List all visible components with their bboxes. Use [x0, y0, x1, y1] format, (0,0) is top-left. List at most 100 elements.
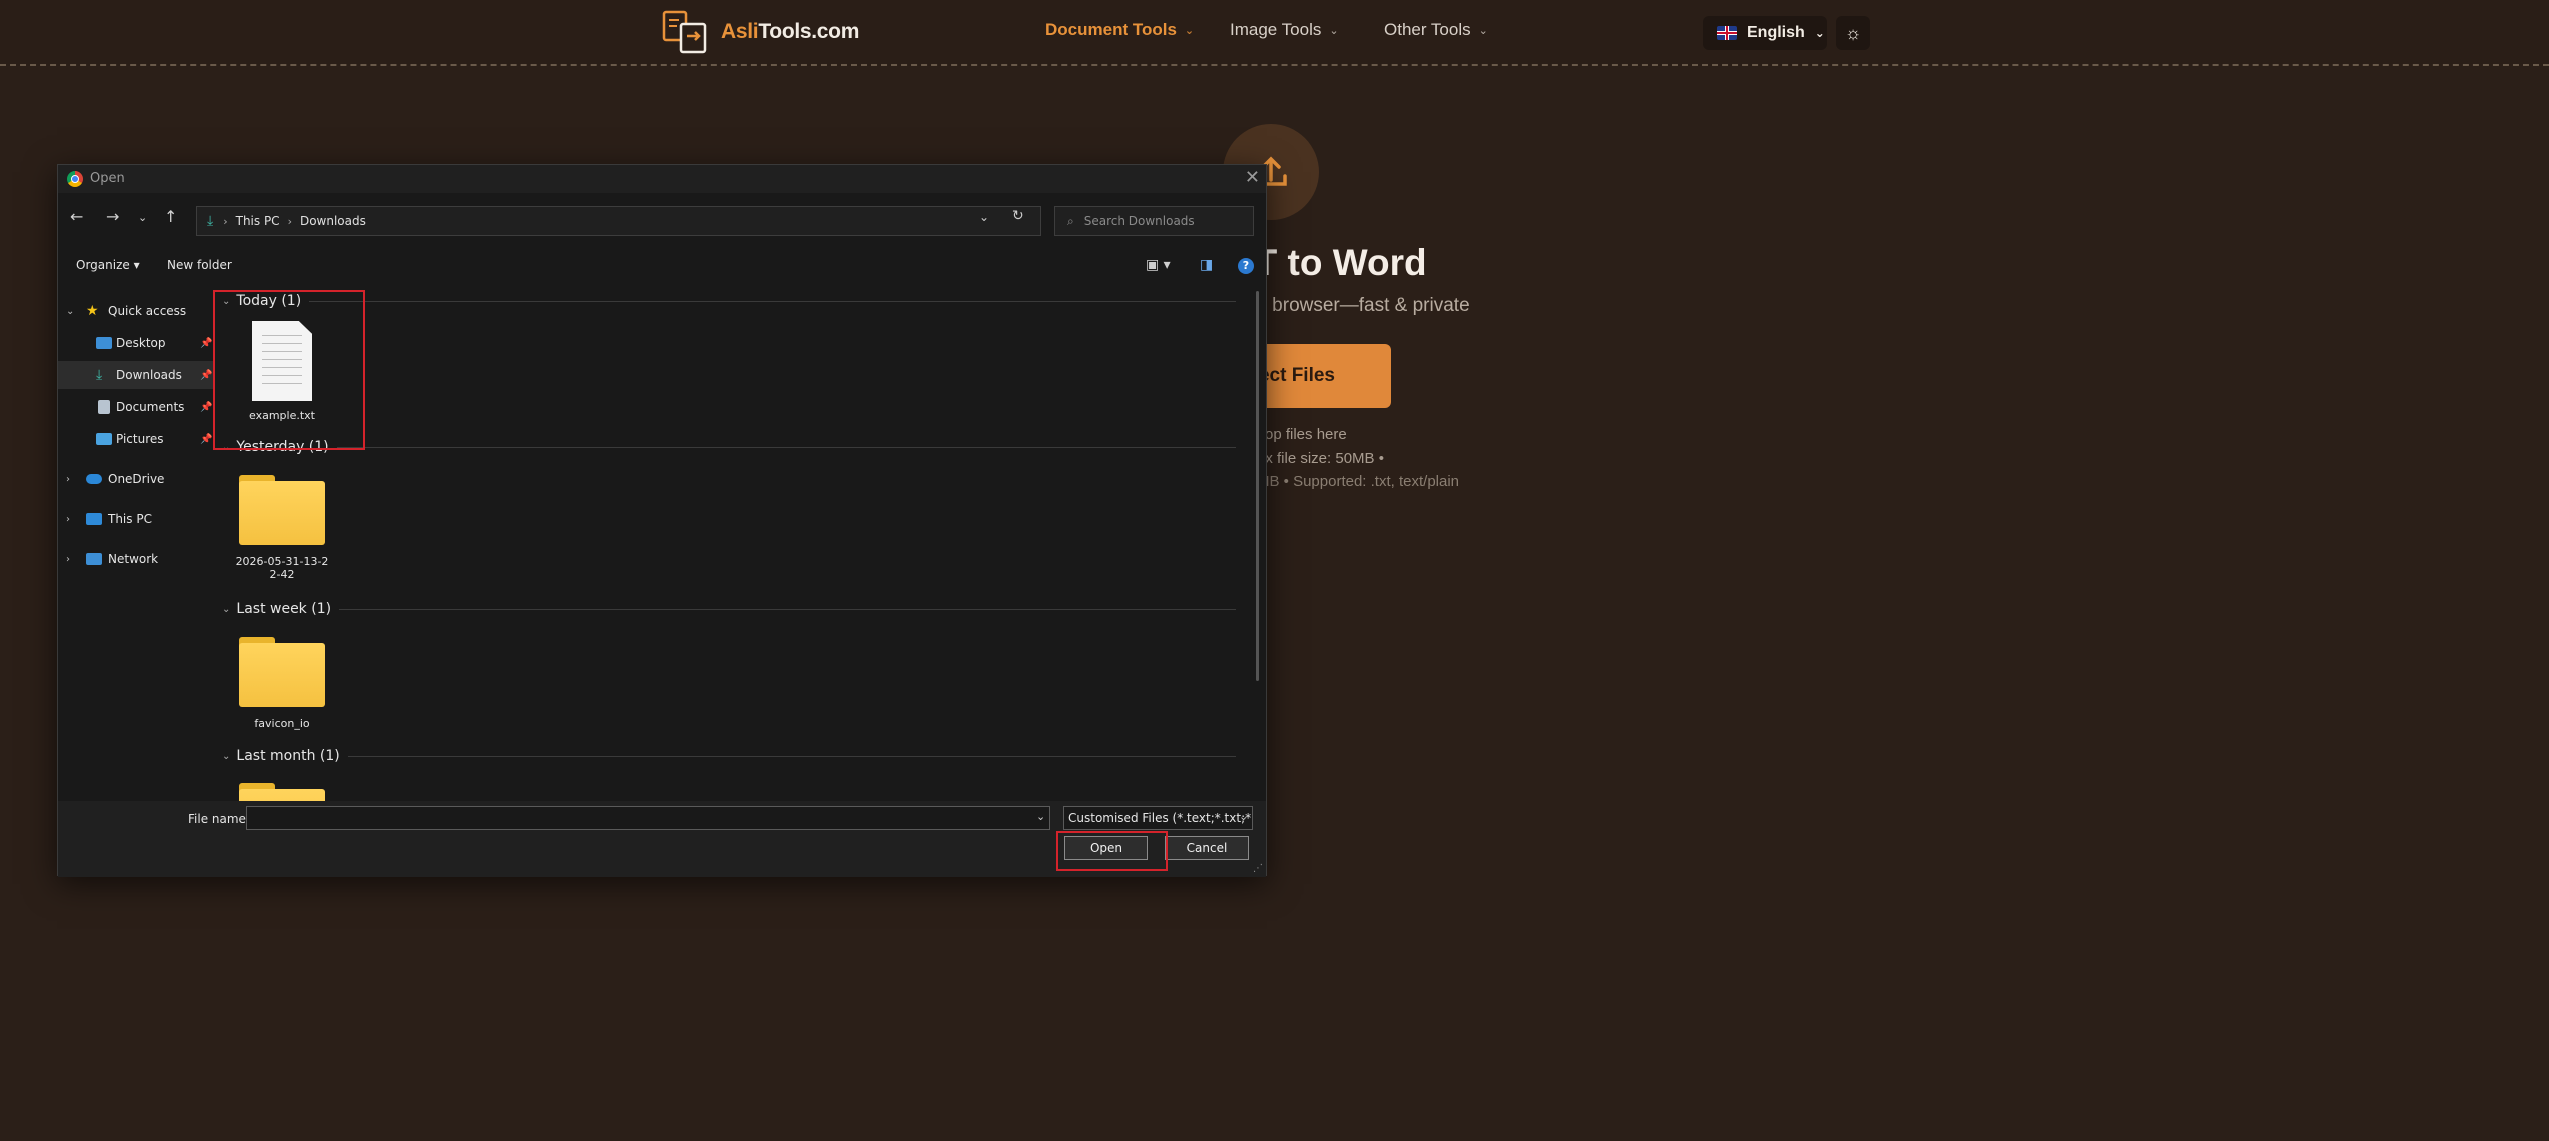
nav-document-tools[interactable]: Document Tools ⌄ [1045, 20, 1194, 40]
sidebar-item-network[interactable]: › Network [58, 545, 215, 573]
address-history-dropdown-icon[interactable]: ⌄ [979, 210, 989, 224]
group-header-yesterday[interactable]: ⌄ Yesterday (1) [216, 439, 1236, 455]
folder-name: 2026-05-31-13-22-42 [235, 555, 329, 581]
organize-button[interactable]: Organize ▾ [76, 258, 140, 272]
dialog-title: Open [90, 171, 125, 186]
sidebar-item-label: Desktop [116, 336, 166, 350]
dialog-navbar: ← → ⌄ ↑ ⤓ › This PC › Downloads ⌄ ↻ ⌕ Se… [58, 201, 1266, 237]
sidebar-item-label: OneDrive [108, 472, 165, 486]
file-list: ⌄ Today (1) example.txt ⌄ Yesterday (1) … [216, 283, 1246, 803]
file-name-dropdown-icon[interactable]: ⌄ [1036, 810, 1045, 823]
pin-icon: 📌 [200, 433, 213, 445]
expanded-chevron-icon[interactable]: ⌄ [66, 306, 74, 317]
star-icon: ★ [86, 303, 99, 319]
theme-toggle-button[interactable]: ☼ [1836, 16, 1870, 50]
dialog-titlebar[interactable]: Open ✕ [58, 165, 1266, 193]
search-placeholder: Search Downloads [1083, 214, 1195, 228]
computer-icon [86, 513, 102, 525]
refresh-icon[interactable]: ↻ [1012, 208, 1024, 224]
sidebar-item-downloads[interactable]: ⤓ Downloads 📌 [58, 361, 215, 389]
vertical-scrollbar[interactable] [1256, 291, 1259, 681]
new-folder-button[interactable]: New folder [167, 258, 232, 272]
cancel-button[interactable]: Cancel [1165, 836, 1249, 860]
sidebar-item-label: This PC [108, 512, 152, 526]
nav-image-tools[interactable]: Image Tools ⌄ [1230, 20, 1339, 40]
folder-icon [239, 783, 325, 803]
folder-item[interactable] [232, 783, 332, 803]
sidebar-item-documents[interactable]: Documents 📌 [58, 393, 215, 421]
sidebar-item-label: Network [108, 552, 159, 566]
folder-item[interactable]: 2026-05-31-13-22-42 [232, 475, 332, 581]
open-file-dialog: Open ✕ ← → ⌄ ↑ ⤓ › This PC › Downloads ⌄… [57, 164, 1267, 877]
sidebar-item-label: Quick access [108, 304, 187, 318]
download-icon: ⤓ [96, 367, 103, 383]
folder-name: favicon_io [254, 717, 310, 730]
drop-hint: rop files here [1260, 426, 1347, 443]
logo-text: AsliTools.com [721, 20, 860, 43]
highlight-box-open [1056, 831, 1168, 871]
help-icon[interactable]: ? [1238, 258, 1254, 274]
breadcrumb-downloads[interactable]: Downloads [300, 214, 366, 228]
sidebar-item-onedrive[interactable]: › OneDrive [58, 465, 215, 493]
folder-icon [239, 637, 325, 707]
chevron-down-icon: ⌄ [1478, 24, 1488, 37]
collapsed-chevron-icon[interactable]: › [66, 514, 70, 525]
resize-grip-icon[interactable]: ⋰ [1253, 863, 1263, 874]
sidebar-item-this-pc[interactable]: › This PC [58, 505, 215, 533]
group-header-last-month[interactable]: ⌄ Last month (1) [216, 748, 1236, 764]
group-divider [336, 446, 1236, 448]
breadcrumb-separator: › [287, 214, 292, 228]
chrome-icon [67, 171, 83, 187]
up-arrow-icon[interactable]: ↑ [164, 207, 177, 226]
cloud-icon [86, 474, 102, 484]
file-type-select[interactable]: Customised Files (*.text;*.txt;*.t [1063, 806, 1253, 830]
language-selector[interactable]: English ⌄ [1703, 16, 1827, 50]
sidebar-item-quick-access[interactable]: ⌄ ★ Quick access [58, 297, 215, 325]
chevron-down-icon: ⌄ [1814, 26, 1825, 40]
dialog-footer: File name: ⌄ Customised Files (*.text;*.… [58, 801, 1266, 877]
group-header-label: Last month (1) [236, 748, 340, 764]
collapsed-chevron-icon[interactable]: › [66, 554, 70, 565]
hero-subtitle: ur browser—fast & private [1250, 295, 1470, 316]
sidebar-item-desktop[interactable]: Desktop 📌 [58, 329, 215, 357]
breadcrumb-this-pc[interactable]: This PC [236, 214, 280, 228]
group-header-last-week[interactable]: ⌄ Last week (1) [216, 601, 1236, 617]
pin-icon: 📌 [200, 337, 213, 349]
sidebar-item-label: Pictures [116, 432, 164, 446]
group-divider [309, 300, 1236, 302]
address-bar[interactable]: ⤓ › This PC › Downloads [196, 206, 1041, 236]
max-file-size: ax file size: 50MB • [1257, 450, 1384, 467]
search-input[interactable]: ⌕ Search Downloads [1054, 206, 1254, 236]
desktop-icon [96, 337, 112, 349]
preview-pane-icon[interactable]: ◨ [1200, 257, 1213, 273]
download-icon: ⤓ [207, 213, 214, 229]
navigation-pane: ⌄ ★ Quick access Desktop 📌 ⤓ Downloads 📌… [58, 291, 215, 801]
site-header: AsliTools.com Document Tools ⌄ Image Too… [0, 0, 2549, 66]
supported-formats: MB • Supported: .txt, text/plain [1257, 473, 1460, 490]
chevron-down-icon: ⌄ [1329, 24, 1339, 37]
back-arrow-icon[interactable]: ← [70, 207, 83, 226]
forward-arrow-icon[interactable]: → [106, 207, 119, 226]
collapsed-chevron-icon[interactable]: › [66, 474, 70, 485]
close-icon[interactable]: ✕ [1245, 167, 1260, 188]
search-icon: ⌕ [1067, 213, 1074, 228]
nav-label: Image Tools [1230, 20, 1322, 39]
sidebar-item-pictures[interactable]: Pictures 📌 [58, 425, 215, 453]
site-logo[interactable]: AsliTools.com [661, 10, 859, 54]
recent-locations-icon[interactable]: ⌄ [138, 211, 147, 224]
collapse-chevron-icon: ⌄ [222, 603, 231, 615]
language-label: English [1747, 24, 1805, 41]
file-name-input[interactable] [246, 806, 1050, 830]
folder-item[interactable]: favicon_io [232, 637, 332, 730]
group-header-today[interactable]: ⌄ Today (1) [216, 293, 1236, 309]
nav-other-tools[interactable]: Other Tools ⌄ [1384, 20, 1488, 40]
sidebar-item-label: Downloads [116, 368, 182, 382]
collapse-chevron-icon: ⌄ [222, 750, 231, 762]
pin-icon: 📌 [200, 369, 213, 381]
pin-icon: 📌 [200, 401, 213, 413]
chevron-down-icon[interactable]: ⌄ [1239, 810, 1248, 823]
pictures-icon [96, 433, 112, 445]
change-view-icon[interactable]: ▣ ▾ [1146, 257, 1171, 273]
uk-flag-icon [1717, 26, 1737, 40]
group-divider [347, 755, 1236, 757]
